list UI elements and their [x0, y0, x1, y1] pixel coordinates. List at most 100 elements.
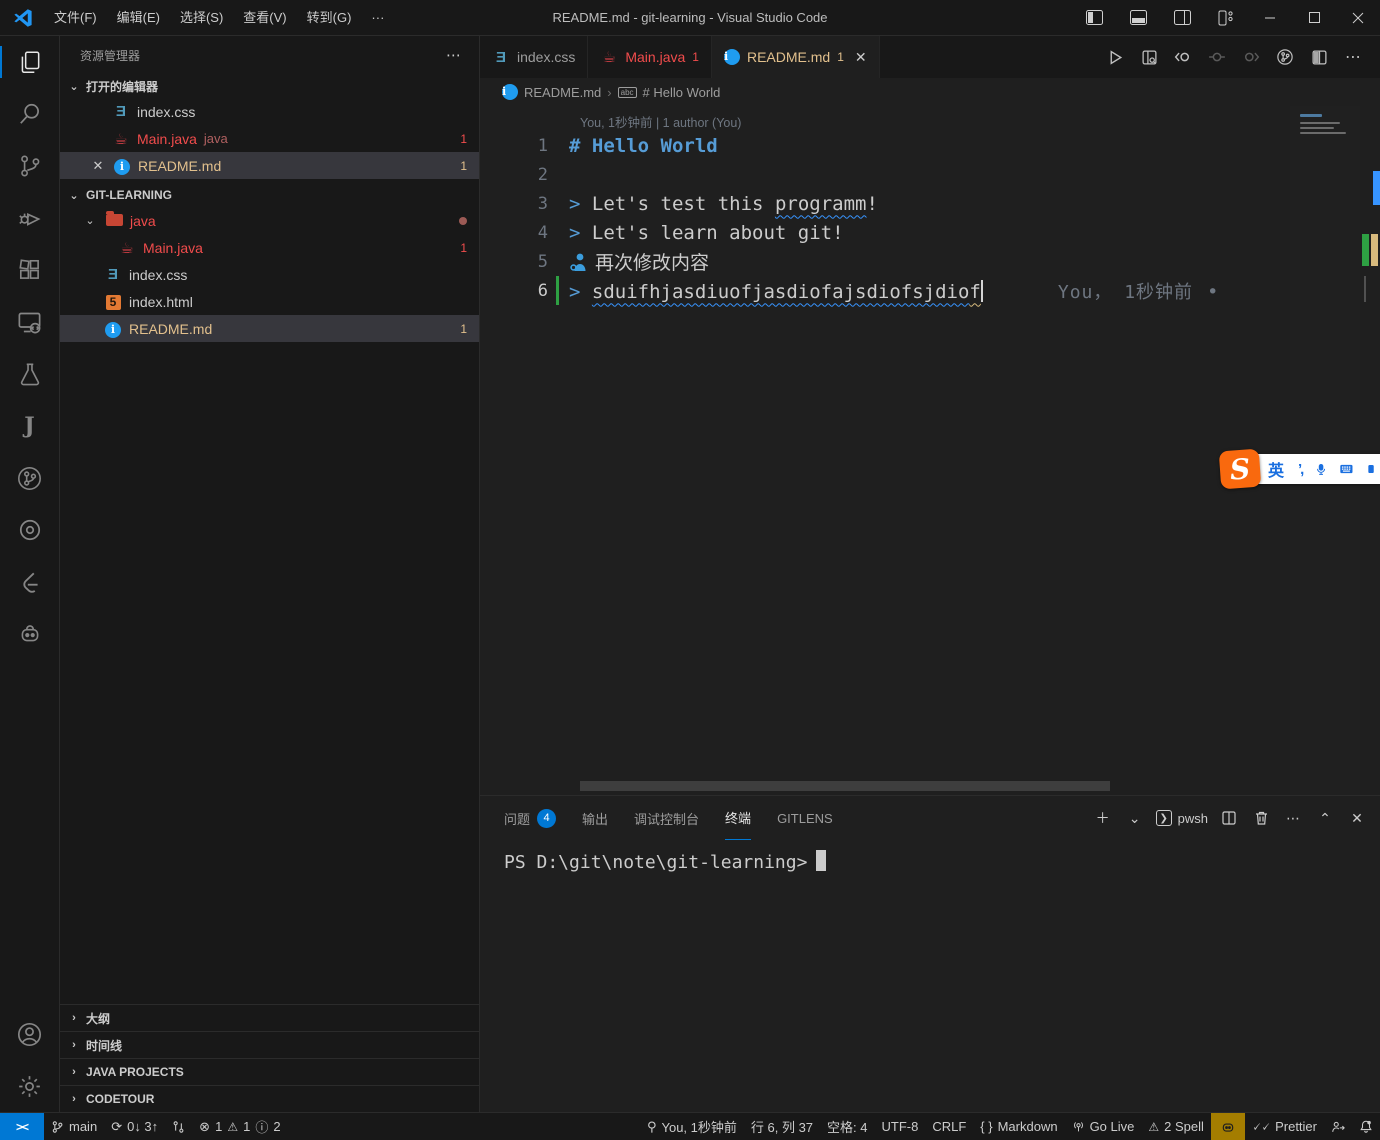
tree-file-index-html[interactable]: 5 index.html — [60, 288, 479, 315]
tree-file-main-java[interactable]: ☕ Main.java 1 — [60, 234, 479, 261]
ime-language-mode[interactable]: 英 — [1268, 457, 1284, 481]
close-panel-icon[interactable]: ✕ — [1346, 805, 1368, 831]
extensions-icon[interactable] — [0, 244, 60, 296]
terminal-dropdown-icon[interactable]: ⌄ — [1124, 805, 1146, 831]
tab-index-css[interactable]: Ǝ index.css — [480, 36, 588, 78]
encoding-status[interactable]: UTF-8 — [875, 1113, 926, 1140]
eol-status[interactable]: CRLF — [925, 1113, 973, 1140]
explorer-icon[interactable] — [0, 36, 60, 88]
markdown-preview-icon[interactable] — [1134, 42, 1164, 72]
scrollbar-slider[interactable] — [1364, 276, 1366, 302]
run-debug-icon[interactable] — [0, 192, 60, 244]
settings-gear-icon[interactable] — [0, 1060, 60, 1112]
change-marker-icon[interactable] — [1202, 42, 1232, 72]
remote-explorer-icon[interactable] — [0, 296, 60, 348]
sogou-ime-toolbar[interactable]: S 英 ’, — [1220, 450, 1380, 488]
git-compare-status[interactable] — [165, 1113, 192, 1140]
spell-checker-status[interactable]: ⚠2 Spell — [1141, 1113, 1211, 1140]
ime-punctuation-toggle[interactable]: ’, — [1298, 461, 1302, 478]
breadcrumb-symbol[interactable]: # Hello World — [643, 85, 721, 100]
tree-folder-java[interactable]: ⌄ java — [60, 207, 479, 234]
kill-terminal-icon[interactable] — [1250, 805, 1272, 831]
minimize-icon[interactable] — [1248, 0, 1292, 35]
tab-readme-md[interactable]: i README.md 1 ✕ — [712, 36, 880, 78]
close-editor-icon[interactable]: ✕ — [90, 158, 106, 174]
panel-tab-output[interactable]: 输出 — [582, 796, 608, 840]
toggle-panel-icon[interactable] — [1116, 0, 1160, 35]
breadcrumb-file[interactable]: README.md — [524, 85, 601, 100]
code-line-6-current: 6 > sduifhjasdiuofjasdiofajsdiofsjdiofYo… — [480, 276, 1300, 305]
maximize-icon[interactable] — [1292, 0, 1336, 35]
menu-goto[interactable]: 转到(G) — [297, 6, 362, 30]
section-timeline[interactable]: ›时间线 — [60, 1031, 479, 1058]
search-icon[interactable] — [0, 88, 60, 140]
open-editors-header[interactable]: ⌄ 打开的编辑器 — [60, 74, 479, 98]
indentation-status[interactable]: 空格: 4 — [820, 1113, 874, 1140]
tab-main-java[interactable]: ☕ Main.java 1 — [588, 36, 712, 78]
menu-file[interactable]: 文件(F) — [44, 6, 107, 30]
ai-copilot-status[interactable] — [1211, 1113, 1245, 1140]
menu-edit[interactable]: 编辑(E) — [107, 6, 170, 30]
new-terminal-icon[interactable]: ＋ — [1092, 805, 1114, 831]
folder-icon — [106, 214, 123, 226]
open-editor-index-css[interactable]: Ǝ index.css — [60, 98, 479, 125]
remote-indicator[interactable]: >< — [0, 1113, 44, 1140]
panel-tab-problems[interactable]: 问题 4 — [504, 796, 556, 840]
java-project-manager-icon[interactable]: J — [0, 400, 60, 452]
tree-file-index-css[interactable]: Ǝ index.css — [60, 261, 479, 288]
split-terminal-icon[interactable] — [1218, 805, 1240, 831]
ai-assistant-icon[interactable] — [0, 608, 60, 660]
notifications-bell-icon[interactable] — [1352, 1113, 1380, 1140]
project-root-header[interactable]: ⌄ GIT-LEARNING — [60, 183, 479, 207]
terminal-profile[interactable]: ❯ pwsh — [1156, 810, 1208, 826]
horizontal-scrollbar[interactable] — [580, 781, 1110, 791]
toggle-sidebar-icon[interactable] — [1072, 0, 1116, 35]
panel-tab-gitlens[interactable]: GITLENS — [777, 796, 833, 840]
prettier-status[interactable]: 🗸🗸Prettier — [1245, 1113, 1324, 1140]
source-control-icon[interactable] — [0, 140, 60, 192]
go-live-status[interactable]: Go Live — [1065, 1113, 1142, 1140]
close-tab-icon[interactable]: ✕ — [855, 49, 867, 66]
git-branch-status[interactable]: main — [44, 1113, 104, 1140]
customize-layout-icon[interactable] — [1204, 0, 1248, 35]
section-java-projects[interactable]: ›JAVA PROJECTS — [60, 1058, 479, 1085]
open-editor-readme-md[interactable]: ✕ i README.md 1 — [60, 152, 479, 179]
run-file-icon[interactable] — [1100, 42, 1130, 72]
terminal-output[interactable]: PS D:\git\note\git-learning> — [480, 840, 1380, 1112]
feedback-icon[interactable] — [1324, 1113, 1352, 1140]
section-codetour[interactable]: ›CODETOUR — [60, 1085, 479, 1112]
testing-icon[interactable] — [0, 348, 60, 400]
split-editor-icon[interactable] — [1304, 42, 1334, 72]
ime-toolbox-icon[interactable] — [1367, 461, 1374, 477]
ime-voice-icon[interactable] — [1316, 461, 1326, 478]
gitlens-icon[interactable] — [0, 452, 60, 504]
maximize-panel-icon[interactable]: ⌃ — [1314, 805, 1336, 831]
gitlens-codelens[interactable]: You, 1秒钟前 | 1 author (You) — [580, 112, 741, 131]
menu-view[interactable]: 查看(V) — [233, 6, 296, 30]
close-window-icon[interactable] — [1336, 0, 1380, 35]
panel-tab-terminal[interactable]: 终端 — [725, 796, 751, 840]
gitlens-graph-icon[interactable] — [1270, 42, 1300, 72]
blame-status[interactable]: ⚲You, 1秒钟前 — [640, 1113, 744, 1140]
previous-change-icon[interactable] — [1168, 42, 1198, 72]
next-change-icon[interactable] — [1236, 42, 1266, 72]
panel-more-icon[interactable]: ⋯ — [1282, 805, 1304, 831]
gradle-icon[interactable] — [0, 504, 60, 556]
menu-selection[interactable]: 选择(S) — [170, 6, 233, 30]
explorer-more-actions-icon[interactable]: ⋯ — [446, 46, 463, 64]
toggle-secondary-sidebar-icon[interactable] — [1160, 0, 1204, 35]
panel-tab-debug-console[interactable]: 调试控制台 — [634, 796, 699, 840]
language-mode-status[interactable]: { }Markdown — [973, 1113, 1064, 1140]
leetcode-icon[interactable] — [0, 556, 60, 608]
ime-keyboard-icon[interactable] — [1340, 462, 1353, 476]
menu-more[interactable]: ··· — [361, 6, 394, 30]
sogou-logo-icon[interactable]: S — [1219, 449, 1262, 490]
more-actions-icon[interactable]: ⋯ — [1338, 42, 1368, 72]
tree-file-readme-md[interactable]: i README.md 1 — [60, 315, 479, 342]
cursor-position-status[interactable]: 行 6, 列 37 — [744, 1113, 820, 1140]
problems-status[interactable]: ⊗1 ⚠1 ⓘ2 — [192, 1113, 287, 1140]
open-editor-main-java[interactable]: ☕ Main.java java 1 — [60, 125, 479, 152]
sync-status[interactable]: ⟳0↓ 3↑ — [104, 1113, 165, 1140]
section-outline[interactable]: ›大纲 — [60, 1004, 479, 1031]
account-icon[interactable] — [0, 1008, 60, 1060]
